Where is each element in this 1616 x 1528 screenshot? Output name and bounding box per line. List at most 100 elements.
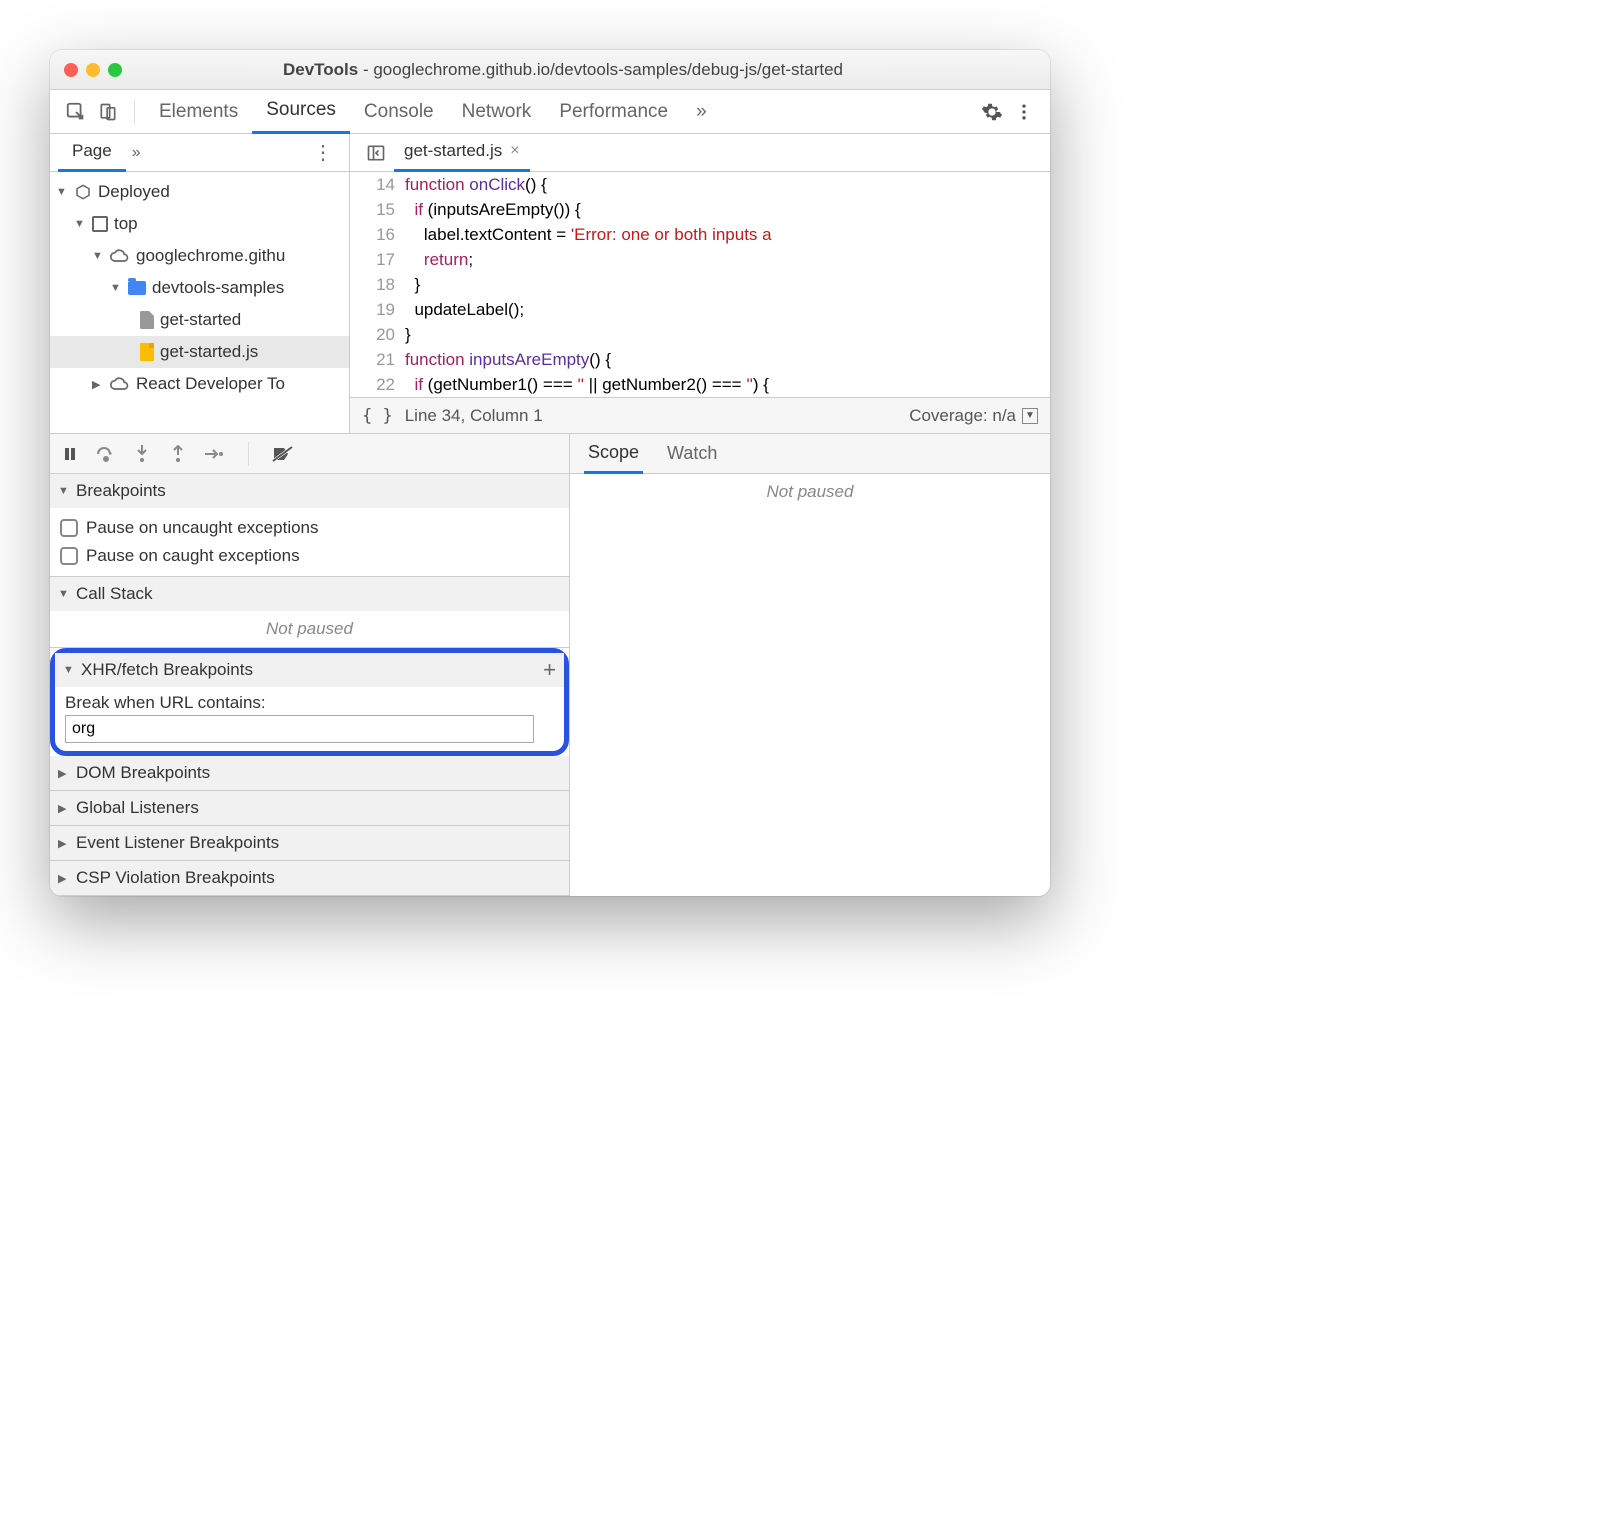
cloud-icon (110, 377, 130, 391)
navigator-tab-page[interactable]: Page (58, 133, 126, 172)
xhr-url-input[interactable] (65, 715, 534, 743)
section-title: XHR/fetch Breakpoints (81, 660, 253, 680)
tab-network[interactable]: Network (448, 91, 546, 133)
xhr-breakpoints-header[interactable]: ▼XHR/fetch Breakpoints+ (55, 653, 564, 687)
breakpoints-header[interactable]: ▼Breakpoints (50, 474, 569, 508)
line-number[interactable]: 22 (350, 372, 405, 397)
global-listeners-header[interactable]: ▶Global Listeners (50, 791, 569, 825)
separator (248, 442, 249, 466)
maximize-window-button[interactable] (108, 63, 122, 77)
tree-file-js[interactable]: get-started.js (50, 336, 349, 368)
tab-console[interactable]: Console (350, 91, 448, 133)
section-title: Breakpoints (76, 481, 166, 501)
csp-breakpoints-section: ▶CSP Violation Breakpoints (50, 861, 569, 896)
tree-label: React Developer To (136, 374, 285, 394)
breakpoints-section: ▼Breakpoints Pause on uncaught exception… (50, 474, 569, 577)
inspect-icon[interactable] (65, 101, 87, 123)
pause-button[interactable] (58, 442, 82, 466)
navigator-tabs: Page » ⋮ (50, 134, 349, 172)
tab-performance[interactable]: Performance (545, 91, 682, 133)
tree-extension[interactable]: ▶ React Developer To (50, 368, 349, 400)
kebab-menu-icon[interactable] (1013, 101, 1035, 123)
step-over-button[interactable] (94, 442, 118, 466)
debug-toolbar (50, 434, 569, 474)
checkbox-icon (60, 547, 78, 565)
line-number[interactable]: 18 (350, 272, 405, 297)
tree-file-html[interactable]: get-started (50, 304, 349, 336)
dom-breakpoints-header[interactable]: ▶DOM Breakpoints (50, 756, 569, 790)
close-tab-icon[interactable]: × (510, 142, 519, 160)
tab-scope[interactable]: Scope (584, 434, 643, 474)
file-tree: ▼ Deployed ▼ top ▼ googlechrome.githu ▼ … (50, 172, 349, 404)
pretty-print-icon[interactable]: { } (362, 406, 393, 426)
event-breakpoints-header[interactable]: ▶Event Listener Breakpoints (50, 826, 569, 860)
section-title: CSP Violation Breakpoints (76, 868, 275, 888)
section-title: DOM Breakpoints (76, 763, 210, 783)
tree-origin[interactable]: ▼ googlechrome.githu (50, 240, 349, 272)
minimize-window-button[interactable] (86, 63, 100, 77)
step-button[interactable] (202, 442, 226, 466)
navigator-menu-icon[interactable]: ⋮ (305, 136, 341, 169)
editor-pane: get-started.js × 14function onClick() { … (350, 134, 1050, 433)
tab-watch[interactable]: Watch (663, 435, 721, 472)
more-tabs-chevron-icon[interactable]: » (682, 91, 721, 133)
page-url: googlechrome.github.io/devtools-samples/… (373, 60, 843, 79)
deactivate-breakpoints-button[interactable] (271, 442, 295, 466)
line-number[interactable]: 16 (350, 222, 405, 247)
checkbox-label: Pause on caught exceptions (86, 546, 300, 566)
coverage-dropdown-icon[interactable]: ▼ (1022, 408, 1038, 424)
xhr-breakpoints-section: ▼XHR/fetch Breakpoints+ Break when URL c… (55, 653, 564, 751)
frame-icon (92, 216, 108, 232)
toggle-navigator-icon[interactable] (366, 143, 386, 163)
cloud-icon (110, 249, 130, 263)
settings-gear-icon[interactable] (981, 101, 1003, 123)
callstack-section: ▼Call Stack Not paused (50, 577, 569, 648)
window-title: DevTools - googlechrome.github.io/devtoo… (140, 60, 1036, 80)
step-into-button[interactable] (130, 442, 154, 466)
window-controls (64, 63, 122, 77)
csp-breakpoints-header[interactable]: ▶CSP Violation Breakpoints (50, 861, 569, 895)
main-tab-bar: Elements Sources Console Network Perform… (50, 90, 1050, 134)
line-number[interactable]: 19 (350, 297, 405, 322)
tree-deployed[interactable]: ▼ Deployed (50, 176, 349, 208)
tree-label: googlechrome.githu (136, 246, 285, 266)
line-number[interactable]: 15 (350, 197, 405, 222)
tab-elements[interactable]: Elements (145, 91, 252, 133)
line-number[interactable]: 20 (350, 322, 405, 347)
scope-not-paused: Not paused (570, 474, 1050, 510)
tree-label: get-started.js (160, 342, 258, 362)
coverage-label: Coverage: n/a (909, 406, 1016, 426)
pause-uncaught-checkbox[interactable]: Pause on uncaught exceptions (60, 514, 559, 542)
file-icon (140, 311, 154, 329)
tree-folder[interactable]: ▼ devtools-samples (50, 272, 349, 304)
step-out-button[interactable] (166, 442, 190, 466)
code-editor[interactable]: 14function onClick() { 15 if (inputsAreE… (350, 172, 1050, 397)
device-toggle-icon[interactable] (97, 101, 119, 123)
coverage-toggle[interactable]: Coverage: n/a ▼ (909, 406, 1038, 426)
tree-top[interactable]: ▼ top (50, 208, 349, 240)
add-xhr-breakpoint-button[interactable]: + (543, 657, 556, 683)
section-title: Call Stack (76, 584, 153, 604)
deployed-icon (74, 183, 92, 201)
navigator-more-icon[interactable]: » (132, 144, 141, 162)
checkbox-icon (60, 519, 78, 537)
section-title: Event Listener Breakpoints (76, 833, 279, 853)
callstack-header[interactable]: ▼Call Stack (50, 577, 569, 611)
line-number[interactable]: 17 (350, 247, 405, 272)
editor-tab-active[interactable]: get-started.js × (394, 133, 530, 172)
xhr-breakpoints-highlight: ▼XHR/fetch Breakpoints+ Break when URL c… (50, 648, 569, 756)
tree-label: get-started (160, 310, 241, 330)
close-window-button[interactable] (64, 63, 78, 77)
line-number[interactable]: 14 (350, 172, 405, 197)
devtools-window: DevTools - googlechrome.github.io/devtoo… (50, 50, 1050, 896)
section-title: Global Listeners (76, 798, 199, 818)
line-number[interactable]: 21 (350, 347, 405, 372)
pause-caught-checkbox[interactable]: Pause on caught exceptions (60, 542, 559, 570)
js-file-icon (140, 343, 154, 361)
editor-tab-label: get-started.js (404, 141, 502, 161)
tree-label: Deployed (98, 182, 170, 202)
tree-label: devtools-samples (152, 278, 284, 298)
tab-sources[interactable]: Sources (252, 89, 350, 134)
xhr-input-label: Break when URL contains: (65, 693, 554, 713)
app-name: DevTools (283, 60, 358, 79)
